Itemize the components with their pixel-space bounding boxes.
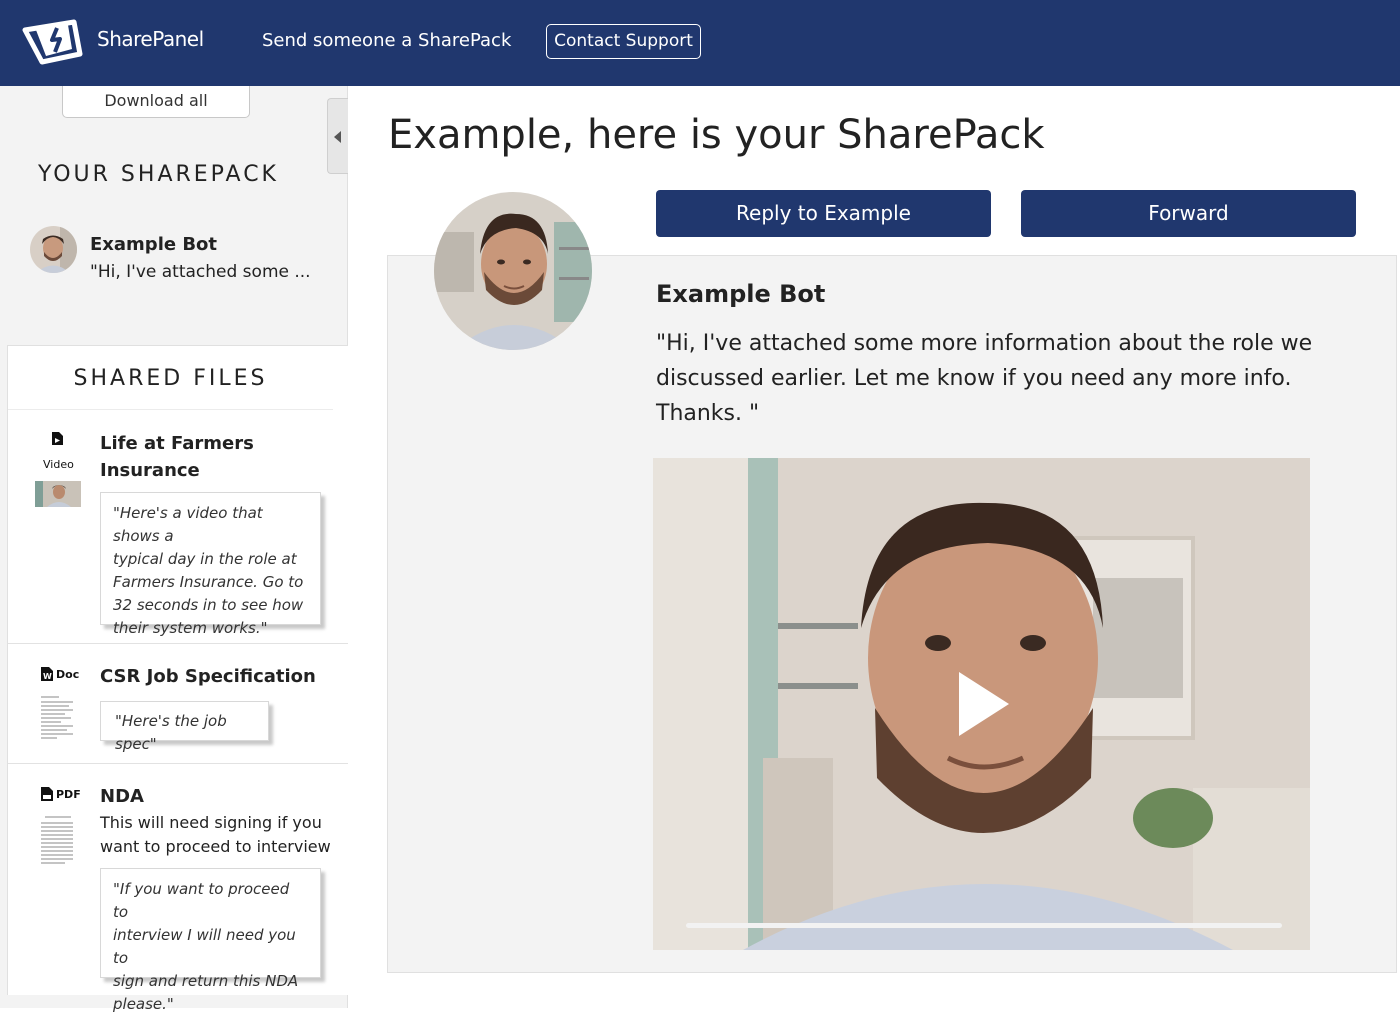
svg-text:W: W [43, 672, 52, 681]
quote-line: their system works." [113, 619, 268, 637]
quote-line: "Here's a video that shows a [113, 504, 263, 545]
chevron-left-icon [334, 131, 341, 143]
word-doc-icon: W [41, 667, 53, 681]
file-name: Life at Farmers Insurance [100, 430, 254, 484]
quote-line: "If you want to proceed to [113, 880, 290, 921]
top-header: SharePanel Send someone a SharePack Cont… [0, 0, 1400, 86]
video-file-icon [52, 432, 63, 445]
sender-snippet: "Hi, I've attached some ... [90, 262, 311, 282]
shared-files-panel: SHARED FILES Video Life at Farmers Insur… [7, 345, 348, 1013]
pdf-file-icon [41, 787, 53, 801]
reply-button[interactable]: Reply to Example [656, 190, 991, 237]
file-name-line: Insurance [100, 460, 200, 481]
file-comment-quote: "If you want to proceed to interview I w… [100, 868, 321, 1013]
your-sharepack-heading: YOUR SHAREPACK [38, 162, 279, 187]
file-name: CSR Job Specification [100, 666, 316, 687]
page-title: Example, here is your SharePack [388, 112, 1045, 158]
shared-files-heading: SHARED FILES [73, 366, 268, 391]
avatar [434, 192, 592, 350]
quote-line: 32 seconds in to see how [113, 596, 304, 614]
download-all-button[interactable]: Download all [62, 86, 250, 118]
file-name: NDA [100, 786, 144, 807]
file-comment-quote: "Here's a video that shows a typical day… [100, 492, 321, 637]
file-description: This will need signing if you want to pr… [100, 811, 331, 859]
divider [8, 763, 348, 764]
file-type-label: PDF [56, 788, 81, 801]
quote-line: interview I will need you to [113, 926, 296, 967]
play-icon[interactable] [953, 668, 1013, 740]
doc-thumbnail[interactable] [39, 694, 77, 744]
video-thumbnail[interactable] [35, 481, 81, 507]
description-line: This will need signing if you [100, 813, 322, 832]
quote-line: please." [113, 995, 174, 1013]
file-name-line: Life at Farmers [100, 433, 254, 454]
contact-support-button[interactable]: Contact Support [546, 24, 701, 59]
quote-line: typical day in the role at [113, 550, 297, 568]
sender-name: Example Bot [90, 234, 218, 255]
logo-text[interactable]: SharePanel [97, 27, 204, 51]
divider [8, 643, 348, 644]
description-line: want to proceed to interview [100, 837, 331, 856]
forward-button[interactable]: Forward [1021, 190, 1356, 237]
video-player[interactable] [653, 458, 1310, 950]
sender-summary[interactable]: Example Bot "Hi, I've attached some ... [30, 226, 340, 286]
message-sender: Example Bot [656, 280, 826, 308]
message-line: "Hi, I've attached some more information… [656, 331, 1313, 356]
send-sharepack-link[interactable]: Send someone a SharePack [262, 30, 511, 51]
file-comment-quote: "Here's the job spec" [100, 701, 269, 753]
pdf-thumbnail[interactable] [39, 814, 77, 870]
message-line: discussed earlier. Let me know if you ne… [656, 366, 1292, 391]
avatar [30, 226, 77, 273]
quote-line: Farmers Insurance. Go to [113, 573, 304, 591]
message-body: "Hi, I've attached some more information… [656, 326, 1356, 431]
quote-line: sign and return this NDA [113, 972, 299, 990]
file-type-label: Doc [56, 668, 80, 681]
message-line: Thanks. " [656, 401, 760, 426]
sidebar-collapse-toggle[interactable] [327, 98, 348, 174]
video-progress-bar[interactable] [686, 923, 1282, 928]
divider [8, 409, 333, 410]
file-type-label: Video [43, 458, 74, 471]
